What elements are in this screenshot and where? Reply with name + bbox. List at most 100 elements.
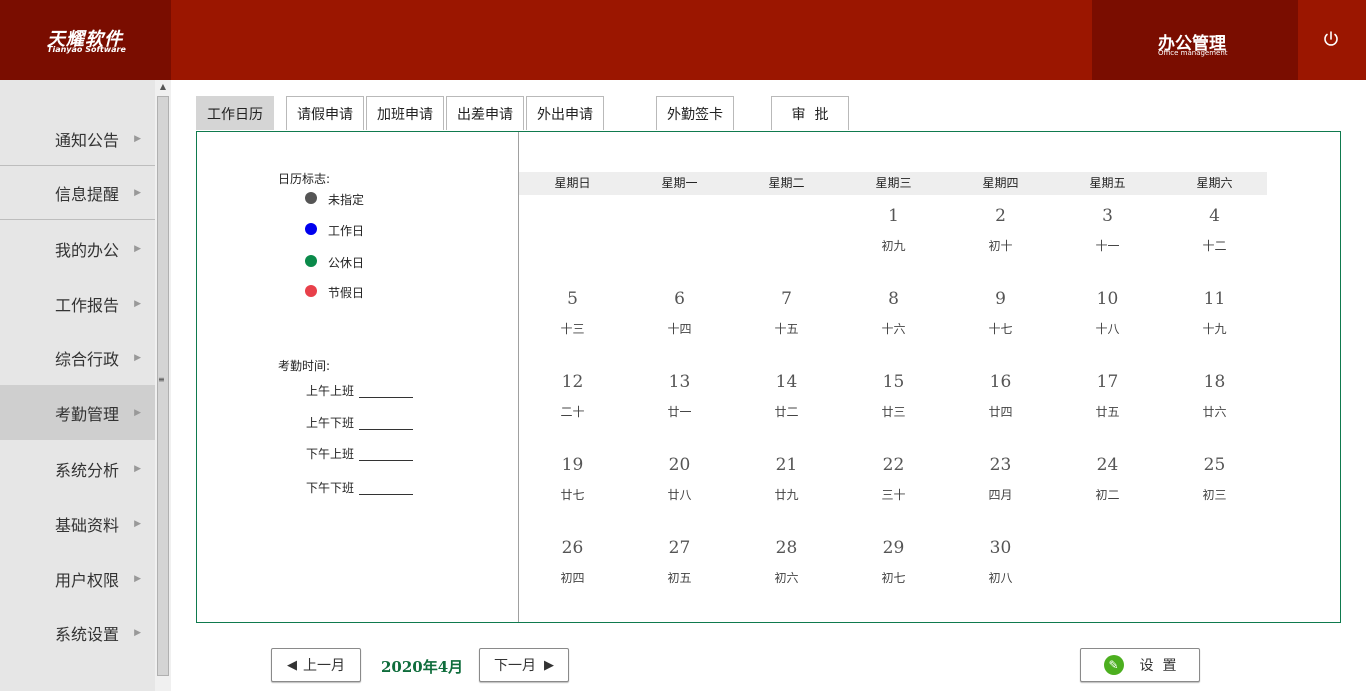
triangle-left-icon: ◀ (287, 657, 297, 673)
day-number: 14 (775, 372, 798, 392)
weekday-friday: 星期五 (1089, 176, 1126, 190)
calendar-day[interactable]: 29 初七 (840, 537, 947, 586)
calendar-day[interactable]: 2 初十 (947, 205, 1054, 254)
calendar-day[interactable]: 18 廿六 (1161, 371, 1268, 420)
day-number: 17 (1096, 372, 1119, 392)
lunar-date: 廿五 (1095, 405, 1120, 419)
edit-icon: ✎ (1103, 655, 1124, 675)
lunar-date: 三十 (881, 488, 906, 502)
calendar-day[interactable]: 11 十九 (1161, 288, 1268, 337)
calendar-day[interactable]: 17 廿五 (1054, 371, 1161, 420)
sidebar-item-attendance[interactable]: 考勤管理 ▶ (0, 385, 155, 440)
sidebar-item-my-office[interactable]: 我的办公 ▶ (0, 221, 155, 276)
attendance-value-line (359, 460, 414, 461)
calendar-day[interactable]: 10 十八 (1054, 288, 1161, 337)
sidebar-item-system-settings[interactable]: 系统设置 ▶ (0, 605, 155, 660)
lunar-date: 初十 (988, 239, 1013, 253)
lunar-date: 廿一 (667, 405, 692, 419)
sidebar-item-label: 用户权限 (54, 570, 119, 590)
day-number: 19 (561, 455, 584, 475)
settings-button[interactable]: ✎ 设 置 (1080, 648, 1200, 682)
lunar-date: 初二 (1095, 488, 1120, 502)
current-month: 2020年4月 (381, 658, 464, 676)
lunar-date: 十六 (881, 322, 906, 336)
sidebar-item-analysis[interactable]: 系统分析 ▶ (0, 441, 155, 496)
tab-overtime-request[interactable]: 加班申请 (366, 96, 444, 130)
lunar-date: 廿三 (881, 405, 906, 419)
lunar-date: 初三 (1202, 488, 1227, 502)
sidebar-item-label: 我的办公 (54, 240, 119, 260)
lunar-date: 十五 (774, 322, 799, 336)
calendar-day[interactable]: 19 廿七 (519, 454, 626, 503)
legend-label: 节假日 (328, 286, 365, 300)
sidebar-item-notices[interactable]: 通知公告 ▶ (0, 111, 155, 166)
calendar-day[interactable]: 8 十六 (840, 288, 947, 337)
tab-work-calendar[interactable]: 工作日历 (196, 96, 274, 130)
calendar-day[interactable]: 28 初六 (733, 537, 840, 586)
calendar-day[interactable]: 24 初二 (1054, 454, 1161, 503)
next-month-button[interactable]: 下一月 ▶ (479, 648, 569, 682)
attendance-label: 上午上班 (306, 384, 355, 398)
tab-business-trip-request[interactable]: 出差申请 (446, 96, 524, 130)
calendar-day[interactable]: 21 廿九 (733, 454, 840, 503)
calendar-day[interactable]: 5 十三 (519, 288, 626, 337)
calendar-day[interactable]: 16 廿四 (947, 371, 1054, 420)
day-number: 1 (888, 206, 899, 226)
calendar-day[interactable]: 26 初四 (519, 537, 626, 586)
sidebar-item-basic-data[interactable]: 基础资料 ▶ (0, 496, 155, 551)
calendar-day[interactable]: 23 四月 (947, 454, 1054, 503)
sidebar-item-label: 系统设置 (54, 624, 119, 644)
day-number: 11 (1203, 289, 1226, 309)
calendar-day[interactable]: 20 廿八 (626, 454, 733, 503)
calendar-day[interactable]: 27 初五 (626, 537, 733, 586)
sidebar-item-reminders[interactable]: 信息提醒 ▶ (0, 165, 155, 220)
calendar-day[interactable]: 30 初八 (947, 537, 1054, 586)
chevron-right-icon: ▶ (134, 298, 141, 309)
legend-dot-icon (305, 285, 317, 297)
calendar-day[interactable]: 4 十二 (1161, 205, 1268, 254)
prev-month-label: 上一月 (303, 658, 345, 674)
calendar-day[interactable]: 22 三十 (840, 454, 947, 503)
calendar-day[interactable]: 6 十四 (626, 288, 733, 337)
tab-field-checkin[interactable]: 外勤签卡 (656, 96, 734, 130)
lunar-date: 十八 (1095, 322, 1120, 336)
lunar-date: 十二 (1202, 239, 1227, 253)
lunar-date: 初五 (667, 571, 692, 585)
calendar-day[interactable]: 15 廿三 (840, 371, 947, 420)
lunar-date: 初八 (988, 571, 1013, 585)
logo: 天耀软件 Tianyao Software (0, 0, 171, 80)
calendar-day[interactable]: 1 初九 (840, 205, 947, 254)
calendar-day[interactable]: 7 十五 (733, 288, 840, 337)
day-number: 8 (888, 289, 899, 309)
logo-english-name: Tianyao Software (47, 45, 126, 54)
calendar-day[interactable]: 13 廿一 (626, 371, 733, 420)
calendar-day[interactable]: 9 十七 (947, 288, 1054, 337)
calendar-day[interactable]: 25 初三 (1161, 454, 1268, 503)
lunar-date: 廿二 (774, 405, 799, 419)
tab-outing-request[interactable]: 外出申请 (526, 96, 604, 130)
tab-approval[interactable]: 审 批 (771, 96, 849, 130)
scroll-thumb[interactable] (157, 96, 169, 676)
day-number: 29 (882, 538, 905, 558)
sidebar-item-administration[interactable]: 综合行政 ▶ (0, 330, 155, 385)
scroll-up-arrow-icon[interactable]: ▲ (155, 82, 171, 96)
day-number: 7 (781, 289, 792, 309)
legend-dot-icon (305, 255, 317, 267)
calendar-day[interactable]: 12 二十 (519, 371, 626, 420)
top-header: 天耀软件 Tianyao Software 办公管理 Office manage… (0, 0, 1366, 80)
tab-leave-request[interactable]: 请假申请 (286, 96, 364, 130)
attendance-label: 下午上班 (306, 447, 355, 461)
prev-month-button[interactable]: ◀ 上一月 (271, 648, 361, 682)
legend-title: 日历标志: (278, 172, 331, 186)
day-number: 5 (567, 289, 578, 309)
chevron-right-icon: ▶ (134, 573, 141, 584)
legend-dot-icon (305, 192, 317, 204)
lunar-date: 四月 (988, 488, 1013, 502)
sidebar-scrollbar[interactable]: ▲ ≡ (155, 80, 171, 691)
sidebar-item-work-report[interactable]: 工作报告 ▶ (0, 276, 155, 331)
lunar-date: 十四 (667, 322, 692, 336)
calendar-day[interactable]: 3 十一 (1054, 205, 1161, 254)
sidebar-item-user-permissions[interactable]: 用户权限 ▶ (0, 551, 155, 606)
calendar-day[interactable]: 14 廿二 (733, 371, 840, 420)
power-icon[interactable] (1318, 26, 1344, 52)
